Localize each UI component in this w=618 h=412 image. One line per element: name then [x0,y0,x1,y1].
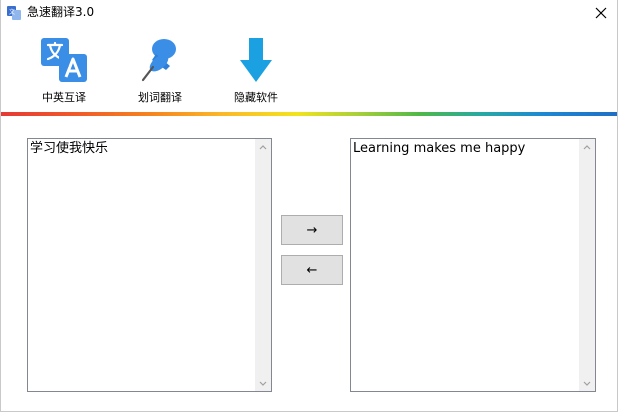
translate-to-left-button[interactable]: ← [281,255,343,285]
arrow-down-icon [230,34,282,86]
app-logo-icon: 文 [7,5,21,20]
close-icon [595,7,607,19]
pushpin-icon [134,34,186,86]
toolbar-item-label: 中英互译 [42,91,86,104]
toolbar-item-label: 隐藏软件 [234,91,278,104]
scroll-down-icon[interactable] [579,375,595,391]
source-scrollbar[interactable] [255,139,271,391]
source-text: 学习使我快乐 [30,141,109,156]
toolbar-item-translate[interactable]: 中英互译 [28,34,100,106]
source-text-area[interactable]: 学习使我快乐 [27,138,272,392]
app-window: 文 急速翻译3.0 中英互译 划词翻译 隐藏软件 学习使我快乐 → ← Lear… [0,0,618,412]
toolbar-item-label: 划词翻译 [138,91,182,104]
translate-to-right-button[interactable]: → [281,215,343,245]
window-title: 急速翻译3.0 [27,5,95,19]
translate-icon [38,34,90,86]
title-bar: 文 急速翻译3.0 [1,0,617,26]
target-text: Learning makes me happy [353,141,526,156]
scroll-down-icon[interactable] [255,375,271,391]
svg-text:文: 文 [9,8,15,16]
toolbar: 中英互译 划词翻译 隐藏软件 [1,26,617,112]
scroll-up-icon[interactable] [579,139,595,155]
target-text-area[interactable]: Learning makes me happy [350,138,596,392]
toolbar-item-hide[interactable]: 隐藏软件 [220,34,292,106]
close-button[interactable] [585,0,617,26]
target-scrollbar[interactable] [579,139,595,391]
scroll-up-icon[interactable] [255,139,271,155]
toolbar-item-word-translate[interactable]: 划词翻译 [124,34,196,106]
rainbow-divider [1,112,617,116]
